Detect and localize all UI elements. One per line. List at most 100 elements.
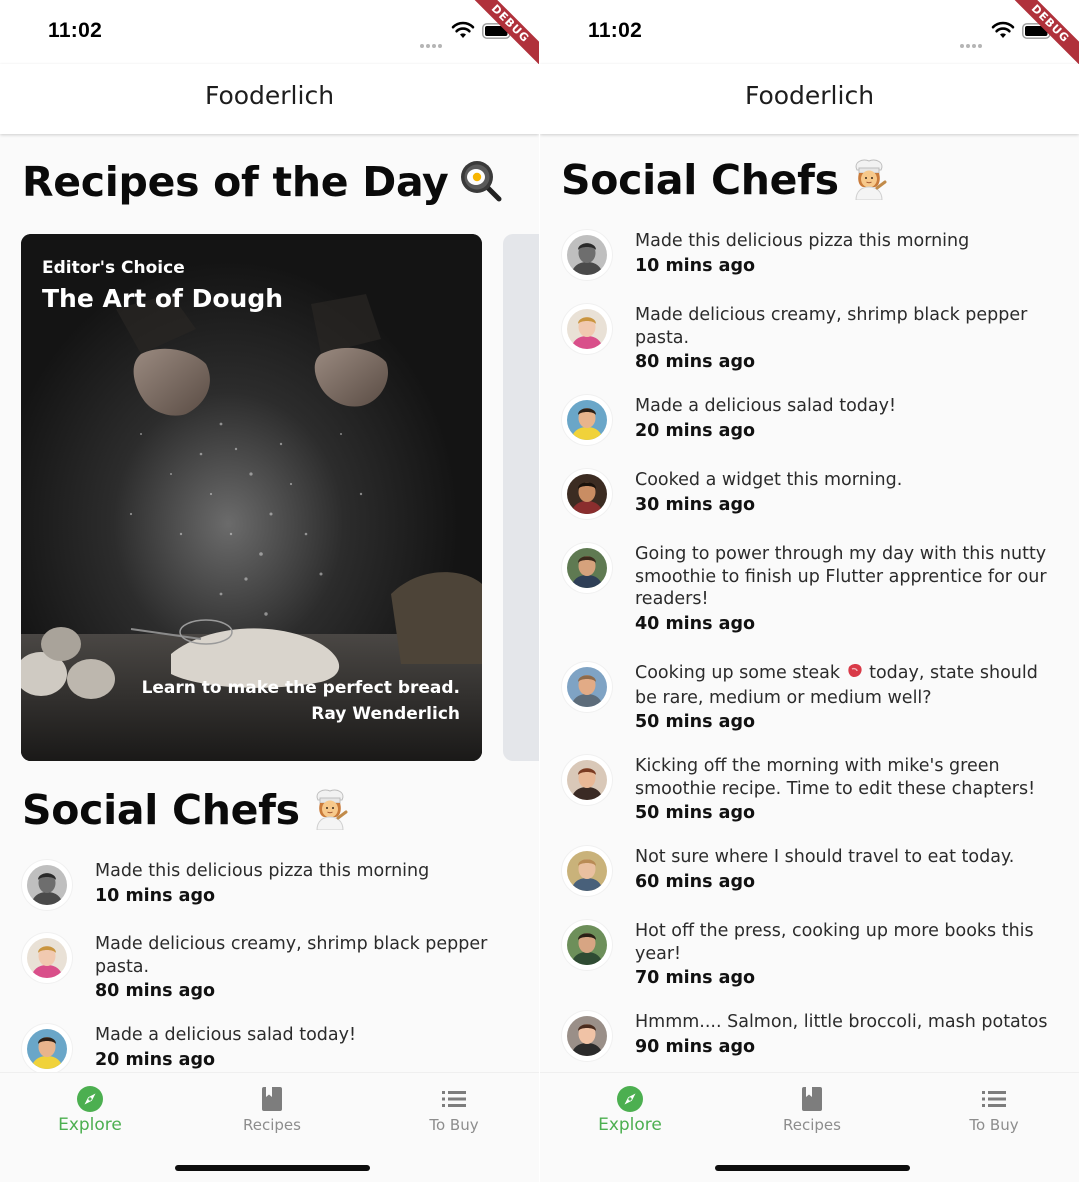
- avatar: [562, 920, 612, 970]
- nav-tab-recipes[interactable]: Recipes: [202, 1085, 342, 1134]
- nav-label: Recipes: [243, 1116, 301, 1134]
- friend-post-item: Cooked a widget this morning. 30 mins ag…: [540, 469, 1079, 543]
- compass-icon: [617, 1086, 643, 1112]
- post-time: 20 mins ago: [95, 1049, 216, 1070]
- friend-post-item: Made delicious creamy, shrimp black pepp…: [540, 304, 1079, 395]
- home-indicator[interactable]: [175, 1165, 370, 1171]
- avatar: [562, 395, 612, 445]
- nav-label: Recipes: [783, 1116, 841, 1134]
- cellular-signal-icon: [420, 33, 444, 52]
- post-message: Cooking up some steak today, state shoul…: [635, 662, 1038, 708]
- battery-icon: [482, 23, 514, 39]
- post-message: Made delicious creamy, shrimp black pepp…: [95, 934, 488, 977]
- explore-scroll-view[interactable]: Recipes of the Day Editor's Choice The A…: [0, 134, 539, 1072]
- friend-post-item: Made this delicious pizza this morning 1…: [0, 860, 539, 933]
- card-category: Editor's Choice: [42, 258, 185, 278]
- home-indicator[interactable]: [715, 1165, 910, 1171]
- post-time: 20 mins ago: [635, 420, 756, 441]
- avatar: [562, 543, 612, 593]
- post-time: 10 mins ago: [635, 255, 756, 276]
- social-chefs-heading: Social Chefs: [561, 156, 889, 210]
- friend-post-item: Cooking up some steak today, state shoul…: [540, 662, 1079, 755]
- app-title: Fooderlich: [744, 81, 875, 110]
- post-message: Hot off the press, cooking up more books…: [635, 921, 1034, 964]
- friend-post-item: Not sure where I should travel to eat to…: [540, 846, 1079, 920]
- app-title: Fooderlich: [204, 81, 335, 110]
- recipe-card-editors-choice[interactable]: Editor's Choice The Art of Dough Learn t…: [21, 234, 482, 761]
- book-icon: [262, 1087, 282, 1111]
- post-message: Made a delicious salad today!: [95, 1025, 356, 1045]
- nav-tab-to-buy[interactable]: To Buy: [924, 1085, 1064, 1134]
- nav-tab-to-buy[interactable]: To Buy: [384, 1085, 524, 1134]
- nav-label: Explore: [58, 1115, 122, 1135]
- post-time: 70 mins ago: [635, 968, 756, 988]
- list-icon: [442, 1091, 466, 1107]
- nav-label: To Buy: [429, 1116, 479, 1134]
- recipes-of-the-day-heading: Recipes of the Day: [22, 158, 502, 212]
- post-time: 80 mins ago: [635, 352, 756, 372]
- avatar: [562, 469, 612, 519]
- post-time: 50 mins ago: [635, 712, 756, 732]
- post-message: Cooked a widget this morning.: [635, 470, 903, 490]
- status-time: 11:02: [588, 19, 643, 42]
- avatar: [22, 1024, 72, 1072]
- avatar: [562, 1011, 612, 1061]
- book-icon: [802, 1087, 822, 1111]
- post-time: 40 mins ago: [635, 613, 756, 634]
- friend-post-list: Made this delicious pizza this morning 1…: [540, 230, 1079, 1072]
- card-author: Ray Wenderlich: [311, 704, 460, 724]
- nav-tab-explore[interactable]: Explore: [20, 1085, 160, 1135]
- explore-scroll-view[interactable]: Social Chefs Made this delicious pizza t…: [540, 134, 1079, 1072]
- status-time: 11:02: [48, 19, 103, 42]
- post-message: Hmmm.... Salmon, little broccoli, mash p…: [635, 1012, 1048, 1032]
- friend-post-list: Made this delicious pizza this morning 1…: [0, 860, 539, 1072]
- friend-post-item: Going to power through my day with this …: [540, 543, 1079, 662]
- explore-screen-scrolled: 11:02 DEBUG Fooderlich Social Chefs Made…: [540, 0, 1079, 1182]
- post-message: Not sure where I should travel to eat to…: [635, 847, 1015, 867]
- post-time: 10 mins ago: [95, 885, 216, 906]
- recipe-card-next[interactable]: [503, 234, 539, 761]
- friend-post-item: Made this delicious pizza this morning 1…: [540, 230, 1079, 304]
- friend-post-item: Made a delicious salad today! 20 mins ag…: [540, 395, 1079, 469]
- nav-label: To Buy: [969, 1116, 1019, 1134]
- compass-icon: [77, 1086, 103, 1112]
- avatar: [562, 230, 612, 280]
- avatar: [562, 846, 612, 896]
- explore-screen-home: 11:02 DEBUG Fooderlich Recipes of the Da…: [0, 0, 539, 1182]
- post-time: 80 mins ago: [95, 981, 216, 1001]
- wifi-icon: [451, 21, 475, 38]
- avatar: [562, 662, 612, 712]
- app-bar: Fooderlich: [0, 64, 539, 134]
- post-message: Kicking off the morning with mike's gree…: [635, 756, 1036, 799]
- friend-post-item: Hot off the press, cooking up more books…: [540, 920, 1079, 1011]
- app-bar: Fooderlich: [540, 64, 1079, 134]
- post-time: 60 mins ago: [635, 871, 756, 892]
- avatar: [562, 304, 612, 354]
- post-time: 90 mins ago: [635, 1036, 756, 1057]
- friend-post-item: Hmmm.... Salmon, little broccoli, mash p…: [540, 1011, 1079, 1072]
- card-description: Learn to make the perfect bread.: [141, 678, 460, 698]
- list-icon: [982, 1091, 1006, 1107]
- card-title: The Art of Dough: [42, 284, 284, 313]
- nav-label: Explore: [598, 1115, 662, 1135]
- post-message: Made this delicious pizza this morning: [95, 861, 430, 881]
- nav-tab-explore[interactable]: Explore: [560, 1085, 700, 1135]
- cook-icon: [849, 156, 889, 210]
- frying-pan-icon: [458, 158, 502, 212]
- avatar: [22, 933, 72, 983]
- cellular-signal-icon: [960, 33, 984, 52]
- post-time: 30 mins ago: [635, 494, 756, 515]
- post-message: Made delicious creamy, shrimp black pepp…: [635, 305, 1028, 348]
- bottom-navigation-bar: Explore Recipes To Buy: [0, 1072, 539, 1182]
- status-bar: 11:02 DEBUG: [0, 0, 539, 69]
- battery-icon: [1022, 23, 1054, 39]
- bottom-navigation-bar: Explore Recipes To Buy: [540, 1072, 1079, 1182]
- post-time: 50 mins ago: [635, 803, 756, 823]
- friend-post-item: Made delicious creamy, shrimp black pepp…: [0, 933, 539, 1024]
- meat-emoji-icon: [846, 662, 864, 687]
- social-chefs-heading: Social Chefs: [22, 786, 350, 840]
- cook-icon: [310, 786, 350, 840]
- avatar: [22, 860, 72, 910]
- nav-tab-recipes[interactable]: Recipes: [742, 1085, 882, 1134]
- friend-post-item: Kicking off the morning with mike's gree…: [540, 755, 1079, 846]
